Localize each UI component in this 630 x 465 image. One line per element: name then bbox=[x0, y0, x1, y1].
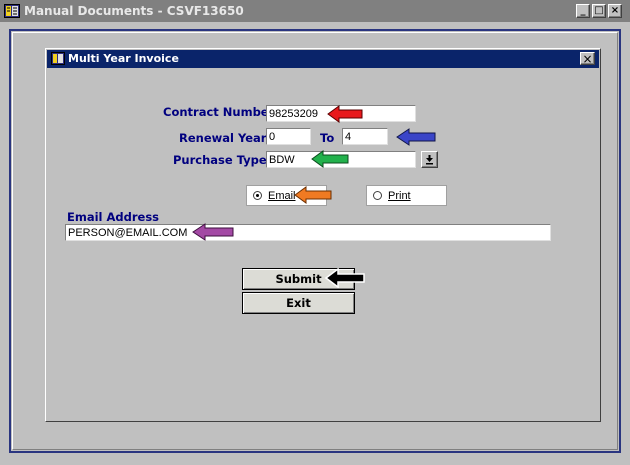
minimize-button[interactable]: _ bbox=[576, 4, 590, 18]
contract-number-label: Contract Number bbox=[163, 105, 275, 119]
print-option[interactable]: Print bbox=[366, 185, 447, 206]
exit-button[interactable]: Exit bbox=[242, 292, 355, 314]
app-icon bbox=[4, 4, 20, 18]
dialog-titlebar: Multi Year Invoice × bbox=[47, 50, 599, 68]
dialog-icon bbox=[51, 52, 65, 65]
blue-arrow-icon bbox=[396, 128, 436, 146]
maximize-button[interactable]: □ bbox=[592, 4, 606, 18]
renewal-year-from-input[interactable]: 0 bbox=[266, 128, 311, 145]
print-option-label: Print bbox=[388, 189, 411, 202]
dropdown-arrow-icon bbox=[426, 154, 433, 164]
dialog-title: Multi Year Invoice bbox=[68, 52, 179, 65]
print-radio[interactable] bbox=[373, 191, 382, 200]
email-address-label: Email Address bbox=[67, 210, 160, 224]
renewal-year-label: Renewal Year bbox=[179, 131, 267, 145]
purple-arrow-icon bbox=[192, 223, 234, 241]
renewal-year-to-input[interactable]: 4 bbox=[342, 128, 388, 145]
email-radio[interactable] bbox=[253, 191, 262, 200]
green-arrow-icon bbox=[311, 150, 349, 168]
close-button[interactable]: × bbox=[608, 4, 622, 18]
purchase-type-dropdown-button[interactable] bbox=[421, 151, 438, 168]
black-arrow-icon bbox=[325, 268, 365, 288]
app-titlebar: Manual Documents - CSVF13650 _ □ × bbox=[0, 0, 630, 22]
orange-arrow-icon bbox=[294, 186, 332, 204]
email-address-input[interactable]: PERSON@EMAIL.COM bbox=[65, 224, 551, 241]
purchase-type-label: Purchase Type bbox=[173, 153, 267, 167]
renewal-year-to-label: To bbox=[320, 131, 335, 145]
red-arrow-icon bbox=[327, 105, 363, 123]
dialog-close-button[interactable]: × bbox=[580, 52, 595, 65]
app-title: Manual Documents - CSVF13650 bbox=[24, 4, 244, 18]
email-option-label: Email bbox=[268, 189, 296, 202]
